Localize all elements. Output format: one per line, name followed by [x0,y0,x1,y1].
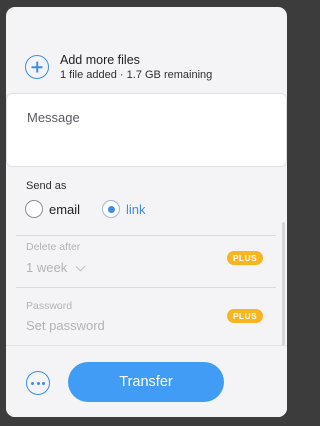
send-as-label: Send as [26,180,67,192]
more-options-icon[interactable] [26,371,50,395]
email-option-label[interactable]: email [49,202,80,217]
plus-badge[interactable]: PLUS [227,309,263,323]
divider [16,235,276,236]
transfer-button[interactable]: Transfer [68,362,224,402]
password-label: Password [26,300,73,312]
delete-after-select[interactable]: 1 week [26,260,67,275]
add-more-files-button[interactable]: Add more files 1 file added · 1.7 GB rem… [6,52,287,98]
message-field[interactable]: Message [6,93,287,167]
files-status-text: 1 file added · 1.7 GB remaining [60,69,213,81]
chevron-down-icon[interactable] [75,261,86,272]
plus-badge[interactable]: PLUS [227,251,263,265]
divider [16,287,276,288]
radio-selected-dot [108,206,115,213]
message-placeholder: Message [27,110,80,125]
link-radio[interactable] [102,200,120,218]
footer: Transfer [6,345,287,417]
transfer-panel: Add more files 1 file added · 1.7 GB rem… [6,7,287,417]
password-input[interactable]: Set password [26,318,105,333]
footer-divider [6,345,287,346]
link-option-label[interactable]: link [126,202,146,217]
add-files-title: Add more files [60,53,140,67]
send-as-options: email link [24,199,224,219]
scrollbar[interactable] [282,222,285,346]
email-radio[interactable] [25,200,43,218]
delete-after-label: Delete after [26,241,81,253]
plus-circle-icon [25,55,49,79]
